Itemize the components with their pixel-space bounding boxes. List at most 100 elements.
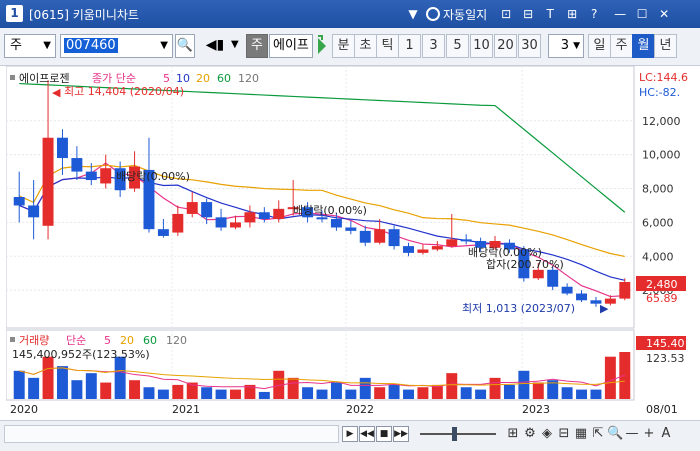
window-number-icon: 1 (6, 5, 23, 22)
interval-3[interactable]: 3 (422, 34, 445, 58)
grid-icon[interactable]: ⊞ (563, 5, 581, 23)
price-axis: 12,00010,0008,0006,0004,0002,000 (642, 115, 681, 297)
chevron-down-icon: ▼ (43, 40, 51, 51)
candle-body (273, 208, 285, 220)
interval-30[interactable]: 30 (518, 34, 541, 58)
period-tab-month[interactable]: 월 (632, 34, 655, 58)
dividend-annotation-2: 배당락(0.00%) (293, 204, 367, 217)
volume-bar (42, 356, 54, 399)
time-label-2022: 2022 (346, 403, 374, 416)
expand-arrow-icon[interactable] (314, 34, 330, 58)
zoom-icon[interactable]: 🔍 (607, 426, 623, 442)
time-label-2020: 2020 (10, 403, 38, 416)
speaker-dropdown[interactable]: ▼ (231, 34, 243, 58)
volume-bar (460, 387, 472, 399)
maximize-icon[interactable]: ☐ (633, 5, 651, 23)
search-icon: 🔍 (176, 38, 194, 53)
candle-body (547, 269, 559, 287)
zoom-slider[interactable] (420, 433, 496, 435)
close-icon[interactable]: ✕ (655, 5, 673, 23)
dropdown-arrow-icon[interactable]: ▼ (404, 5, 422, 23)
period-tab-year[interactable]: 년 (654, 34, 677, 58)
period-tab-minute[interactable]: 분 (332, 34, 355, 58)
volume-bar (201, 387, 213, 399)
candle-body (28, 205, 40, 218)
volume-bar (71, 380, 83, 399)
volume-bar (403, 389, 414, 399)
plus-icon[interactable]: + (641, 426, 657, 442)
stock-chart[interactable]: 에이프로젠 종가 단순 5 10 20 60 120 ◀ 최고 14,404 (… (5, 65, 694, 418)
volume-legend-marker (10, 337, 15, 342)
period-tab-day[interactable]: 일 (588, 34, 611, 58)
code-input[interactable]: 007460 ▼ (60, 34, 173, 58)
zoom-slider-handle[interactable] (452, 427, 457, 441)
volume-bar (576, 389, 588, 399)
auto-save-button[interactable]: 자동일지 (426, 6, 487, 23)
speaker-button[interactable]: ◀▮ (197, 34, 233, 58)
interval-10[interactable]: 10 (470, 34, 493, 58)
volume-bar (590, 389, 602, 399)
candle-body (215, 217, 227, 228)
text-icon[interactable]: T (541, 5, 559, 23)
volume-bar (143, 387, 155, 399)
horizontal-scrollbar[interactable] (4, 425, 339, 443)
volume-bar (446, 373, 458, 399)
volume-bar (330, 382, 342, 399)
period-tab-week[interactable]: 주 (610, 34, 633, 58)
candle-body (186, 202, 198, 214)
last-price-label: 2,480 (646, 278, 678, 291)
volume-bar (157, 389, 169, 399)
interval-select[interactable]: 3 ▼ (548, 34, 584, 58)
price-tick-label: 4,000 (642, 250, 674, 263)
settings-icon[interactable]: ⚙ (522, 426, 538, 442)
font-size-icon[interactable]: A (658, 426, 674, 442)
price-legend-name: 에이프로젠 (19, 72, 70, 85)
interval-20[interactable]: 20 (494, 34, 517, 58)
period-tab-second[interactable]: 초 (354, 34, 377, 58)
period-tab-tick[interactable]: 틱 (376, 34, 399, 58)
table-icon[interactable]: ⊞ (505, 426, 521, 442)
crosshair-icon[interactable]: ⇱ (590, 426, 606, 442)
market-select[interactable]: 주 ▼ (4, 34, 56, 58)
volume-bar (258, 391, 270, 399)
title-bar: 1 [0615] 키움미니차트 ▼ 자동일지 ⊡ ⊟ T ⊞ ? — ☐ ✕ (0, 0, 700, 28)
link-icon[interactable]: ⊡ (497, 5, 515, 23)
time-label-2021: 2021 (172, 403, 200, 416)
minimize-icon[interactable]: — (611, 5, 629, 23)
volume-legend-ma-label: 단순 (66, 334, 86, 347)
low-annotation: 최저 1,013 (2023/07) (462, 302, 575, 315)
candle-body (417, 249, 429, 253)
search-button[interactable]: 🔍 (175, 34, 195, 58)
candle-body (56, 137, 68, 159)
hc-label: HC:-82. (639, 86, 680, 99)
stock-name-field[interactable]: 에이프 (269, 34, 313, 58)
candle-body (359, 230, 371, 243)
candle-body (330, 219, 342, 228)
copy-icon[interactable]: ⊟ (519, 5, 537, 23)
volume-legend-name: 거래량 (19, 334, 49, 347)
stop-icon[interactable]: ■ (376, 426, 392, 442)
interval-5[interactable]: 5 (446, 34, 469, 58)
volume-bar (13, 370, 25, 399)
order-icon[interactable]: ◈ (539, 426, 555, 442)
candle-body (85, 171, 97, 181)
candle-body (316, 217, 328, 220)
rewind-icon[interactable]: ◀◀ (359, 426, 375, 442)
forward-icon[interactable]: ▶▶ (393, 426, 409, 442)
chart-type-icon[interactable]: ▦ (573, 426, 589, 442)
interval-1[interactable]: 1 (398, 34, 421, 58)
low-annotation-arrow: ▶ (600, 302, 609, 315)
candle-body (42, 137, 54, 226)
vol-ma-120-label: 120 (166, 334, 187, 347)
scroll-right-icon[interactable]: ▶ (342, 426, 358, 442)
stock-type-badge: 주 (246, 34, 268, 58)
grid-toggle-icon[interactable]: ⊟ (556, 426, 572, 442)
help-icon[interactable]: ? (585, 5, 603, 23)
title-actions: ▼ 자동일지 ⊡ ⊟ T ⊞ ? — ☐ ✕ (404, 5, 673, 23)
minus-icon[interactable]: — (624, 426, 640, 442)
volume-bar (85, 373, 97, 399)
chart-area[interactable]: 에이프로젠 종가 단순 5 10 20 60 120 ◀ 최고 14,404 (… (5, 65, 694, 418)
candle-body (13, 197, 25, 206)
volume-value: 145,400,952주(123.53%) (12, 348, 150, 361)
vol-ma-20-label: 20 (120, 334, 134, 347)
